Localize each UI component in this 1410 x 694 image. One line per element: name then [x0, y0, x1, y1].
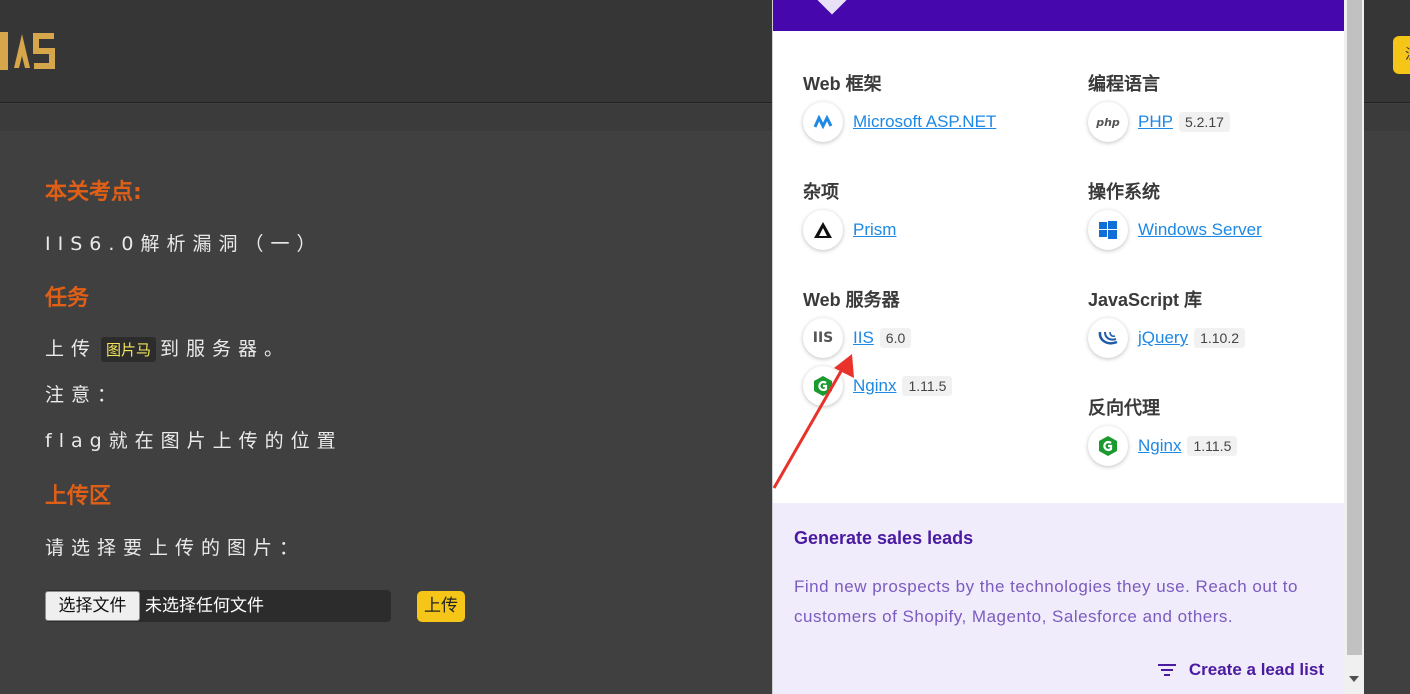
jquery-icon: [1088, 318, 1128, 358]
task-prefix: 上传: [45, 338, 98, 360]
upload-button[interactable]: 上传: [417, 591, 465, 622]
note-label: 注意：: [45, 384, 124, 406]
category-title: JavaScript 库: [1088, 290, 1203, 310]
category-os: 操作系统: [1088, 178, 1160, 204]
tech-version: 1.11.5: [1187, 436, 1238, 456]
cta-label: Create a lead list: [1188, 660, 1324, 679]
tech-name[interactable]: Prism: [853, 220, 896, 240]
promo-text: Find new prospects by the technologies t…: [794, 577, 1298, 626]
php-icon: php: [1088, 102, 1128, 142]
tech-name[interactable]: IIS: [853, 328, 874, 348]
tech-name[interactable]: Nginx: [1138, 436, 1181, 456]
upload-prompt: 请选择要上传的图片：: [45, 537, 306, 559]
promo-title: Generate sales leads: [794, 528, 974, 548]
topbar-action-button[interactable]: 注: [1393, 36, 1410, 74]
category-reverse-proxy: 反向代理: [1088, 394, 1160, 420]
category-title: Web 框架: [803, 74, 882, 94]
tech-version: 6.0: [879, 328, 912, 348]
scrollbar-thumb[interactable]: [1347, 0, 1362, 655]
category-js-library: JavaScript 库: [1088, 286, 1202, 312]
task-code: 图片马: [101, 337, 157, 362]
logo-glyph: [0, 32, 55, 70]
category-programming-language: 编程语言: [1088, 70, 1160, 96]
tech-item-php[interactable]: php PHP 5.2.17: [1088, 102, 1230, 142]
category-title: Web 服务器: [803, 290, 900, 310]
category-title: 杂项: [803, 182, 839, 202]
site-logo[interactable]: [0, 28, 60, 86]
category-web-server: Web 服务器: [803, 286, 900, 312]
tech-detector-popup: Web 框架 Microsoft ASP.NET 编程语言 php PHP 5.…: [772, 0, 1364, 694]
category-title: 编程语言: [1088, 74, 1160, 94]
file-status-text: 未选择任何文件: [145, 596, 264, 616]
scroll-down-icon[interactable]: [1349, 676, 1359, 682]
aspnet-icon: [803, 102, 843, 142]
nginx-icon: [1088, 426, 1128, 466]
upload-area-heading: 上传区: [45, 484, 112, 509]
popup-header: [773, 0, 1344, 31]
popup-scrollbar[interactable]: [1344, 0, 1364, 694]
filter-icon: [1157, 664, 1176, 676]
note-text: flag就在图片上传的位置: [45, 430, 343, 452]
choose-file-button[interactable]: 选择文件: [45, 591, 140, 621]
windows-icon: [1088, 210, 1128, 250]
tech-name[interactable]: PHP: [1138, 112, 1173, 132]
tech-version: 1.10.2: [1194, 328, 1246, 348]
create-lead-list-button[interactable]: Create a lead list: [1157, 660, 1324, 680]
popup-logo-icon: [816, 0, 848, 15]
tech-version: 5.2.17: [1178, 112, 1230, 132]
category-title: 操作系统: [1088, 182, 1160, 202]
exam-points-heading: 本关考点:: [45, 180, 142, 205]
tech-item-prism[interactable]: Prism: [803, 210, 896, 250]
exam-points-text: IIS6.0解析漏洞（一）: [45, 233, 323, 255]
tech-name[interactable]: Microsoft ASP.NET: [853, 112, 996, 132]
tech-item-windows-server[interactable]: Windows Server: [1088, 210, 1262, 250]
tech-item-nginx-proxy[interactable]: Nginx 1.11.5: [1088, 426, 1238, 466]
prism-icon: [803, 210, 843, 250]
annotation-arrow-icon: [772, 354, 854, 489]
category-web-framework: Web 框架: [803, 70, 882, 96]
tech-item-jquery[interactable]: jQuery 1.10.2: [1088, 318, 1246, 358]
sales-leads-promo: Generate sales leads Find new prospects …: [773, 503, 1344, 694]
file-input[interactable]: 选择文件 未选择任何文件: [45, 590, 391, 622]
category-misc: 杂项: [803, 178, 839, 204]
tech-name[interactable]: jQuery: [1138, 328, 1188, 348]
task-suffix: 到服务器。: [160, 338, 291, 360]
category-title: 反向代理: [1088, 398, 1160, 418]
task-heading: 任务: [45, 286, 90, 311]
task-text: 上传 图片马 到服务器。: [45, 334, 290, 362]
tech-name[interactable]: Windows Server: [1138, 220, 1262, 240]
tech-version: 1.11.5: [902, 376, 953, 396]
tech-item-aspnet[interactable]: Microsoft ASP.NET: [803, 102, 996, 142]
